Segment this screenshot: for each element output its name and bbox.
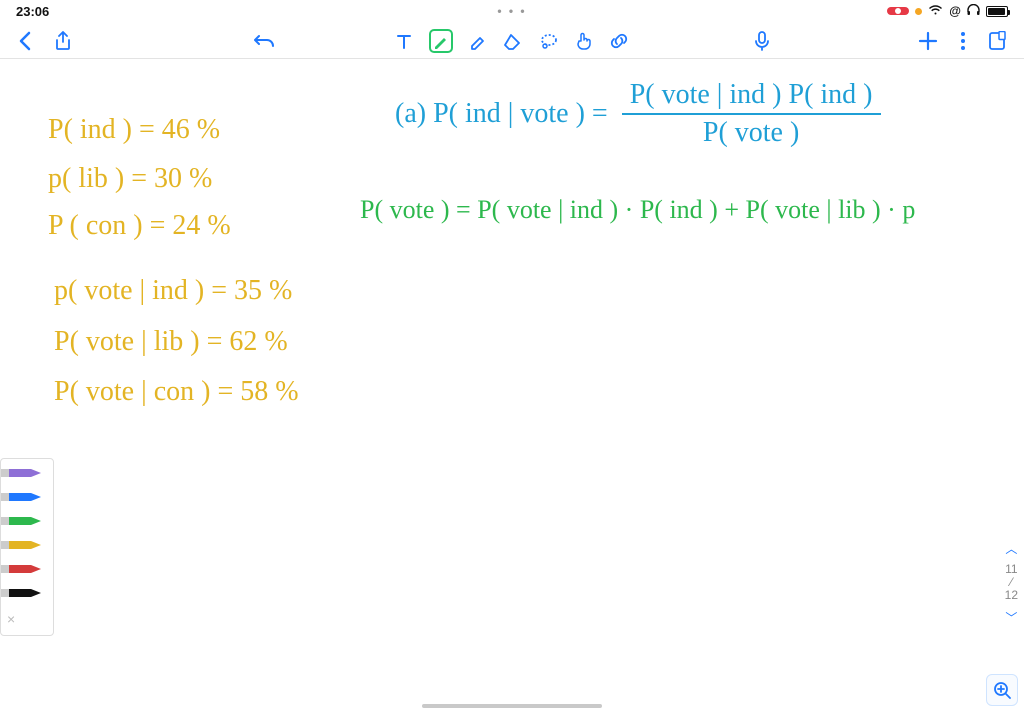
text-tool[interactable] bbox=[395, 32, 413, 50]
lasso-tool[interactable] bbox=[539, 32, 559, 50]
link-tool[interactable] bbox=[609, 32, 629, 50]
status-bar: 23:06 • • • @ bbox=[0, 0, 1024, 22]
toolbar-divider bbox=[0, 58, 1024, 59]
home-indicator bbox=[422, 704, 602, 708]
page-view-button[interactable] bbox=[988, 31, 1006, 51]
pen-black[interactable] bbox=[1, 585, 45, 603]
status-time-wrap: 23:06 bbox=[16, 4, 49, 19]
share-button[interactable] bbox=[54, 31, 72, 51]
back-button[interactable] bbox=[18, 31, 32, 51]
zoom-in-button[interactable] bbox=[986, 674, 1018, 706]
bayes-numerator: P( vote | ind ) P( ind ) bbox=[622, 80, 881, 110]
add-button[interactable] bbox=[918, 31, 938, 51]
note-p-con: P ( con ) = 24 % bbox=[48, 210, 231, 242]
status-right: @ bbox=[887, 4, 1008, 19]
hand-point-tool[interactable] bbox=[575, 31, 593, 51]
headphones-icon bbox=[967, 4, 980, 19]
status-ellipsis: • • • bbox=[497, 4, 526, 18]
screen-record-indicator[interactable] bbox=[887, 7, 909, 15]
battery-icon bbox=[986, 6, 1008, 17]
note-p-ind: P( ind ) = 46 % bbox=[48, 114, 220, 146]
pen-palette[interactable]: × bbox=[0, 458, 54, 636]
page-up-button[interactable]: ︿ bbox=[1005, 540, 1017, 557]
pen-yellow[interactable] bbox=[1, 537, 45, 555]
eraser-tool[interactable] bbox=[503, 32, 523, 50]
mic-button[interactable] bbox=[755, 31, 769, 51]
highlighter-tool[interactable] bbox=[469, 32, 487, 50]
pen-blue[interactable] bbox=[1, 489, 45, 507]
status-time: 23:06 bbox=[16, 4, 49, 19]
page-down-button[interactable]: ﹀ bbox=[1005, 609, 1017, 626]
more-button[interactable] bbox=[960, 31, 966, 51]
bayes-fraction: P( vote | ind ) P( ind ) P( vote ) bbox=[622, 80, 881, 148]
note-p-vote-con: P( vote | con ) = 58 % bbox=[54, 376, 299, 408]
note-canvas[interactable]: P( ind ) = 46 % p( lib ) = 30 % P ( con … bbox=[0, 60, 1024, 712]
pen-purple[interactable] bbox=[1, 465, 45, 483]
pen-red[interactable] bbox=[1, 561, 45, 579]
pen-tool[interactable] bbox=[429, 29, 453, 53]
at-icon: @ bbox=[949, 4, 961, 18]
pen-green[interactable] bbox=[1, 513, 45, 531]
p-vote-expansion: P( vote ) = P( vote | ind ) · P( ind ) +… bbox=[360, 195, 915, 225]
note-p-vote-lib: P( vote | lib ) = 62 % bbox=[54, 326, 288, 358]
page-navigator: ︿ 11 ⁄ 12 ﹀ bbox=[1005, 540, 1018, 626]
record-dot-icon bbox=[895, 8, 901, 14]
palette-close-button[interactable]: × bbox=[1, 609, 21, 629]
bayes-denominator: P( vote ) bbox=[695, 118, 807, 148]
note-p-vote-ind: p( vote | ind ) = 35 % bbox=[54, 275, 292, 307]
bayes-lhs: (a) P( ind | vote ) = bbox=[395, 98, 608, 130]
tool-selector bbox=[395, 29, 629, 53]
page-count: 11 ⁄ 12 bbox=[1005, 563, 1018, 603]
wifi-icon bbox=[928, 4, 943, 19]
app-toolbar bbox=[0, 24, 1024, 58]
note-p-lib: p( lib ) = 30 % bbox=[48, 163, 212, 195]
undo-button[interactable] bbox=[254, 32, 276, 50]
fraction-bar bbox=[622, 113, 881, 115]
bayes-formula: (a) P( ind | vote ) = P( vote | ind ) P(… bbox=[395, 80, 881, 148]
mic-in-use-dot-icon bbox=[915, 8, 922, 15]
page-total: 12 bbox=[1005, 589, 1018, 602]
